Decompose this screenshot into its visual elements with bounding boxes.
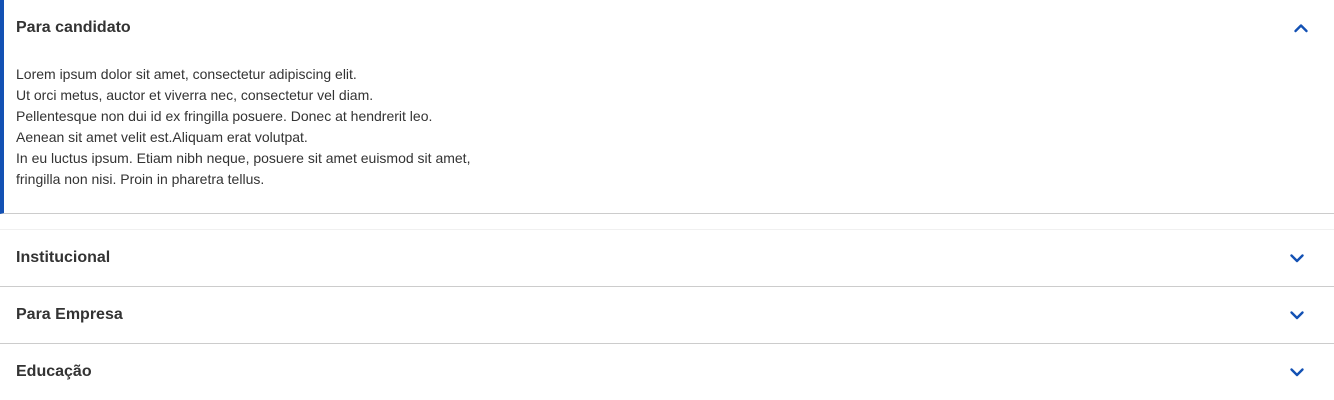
accordion-item-institucional: Institucional xyxy=(0,230,1334,287)
body-line: Ut orci metus, auctor et viverra nec, co… xyxy=(16,87,374,103)
accordion-title: Institucional xyxy=(16,249,111,266)
accordion-title: Para Empresa xyxy=(16,306,123,323)
body-line: Aenean sit amet velit est.Aliquam erat v… xyxy=(16,129,308,145)
accordion-body: Lorem ipsum dolor sit amet, consectetur … xyxy=(16,64,916,190)
accordion-divider xyxy=(0,214,1334,230)
chevron-down-icon[interactable] xyxy=(1288,249,1306,267)
chevron-down-icon[interactable] xyxy=(1288,306,1306,324)
body-line: fringilla non nisi. Proin in pharetra te… xyxy=(16,171,265,187)
accordion-header-para-empresa[interactable]: Para Empresa xyxy=(0,287,1334,343)
accordion-item-educacao: Educação xyxy=(0,344,1334,400)
body-line: Pellentesque non dui id ex fringilla pos… xyxy=(16,108,433,124)
faq-accordion: Para candidato Lorem ipsum dolor sit ame… xyxy=(0,0,1334,400)
accordion-title: Para candidato xyxy=(16,19,131,36)
body-line: Lorem ipsum dolor sit amet, consectetur … xyxy=(16,66,357,82)
accordion-header-institucional[interactable]: Institucional xyxy=(0,230,1334,286)
accordion-header-para-candidato[interactable]: Para candidato xyxy=(4,0,1334,56)
accordion-item-para-candidato: Para candidato Lorem ipsum dolor sit ame… xyxy=(0,0,1334,214)
chevron-up-icon[interactable] xyxy=(1292,19,1310,37)
accordion-title: Educação xyxy=(16,363,92,380)
accordion-header-educacao[interactable]: Educação xyxy=(0,344,1334,400)
chevron-down-icon[interactable] xyxy=(1288,363,1306,381)
accordion-item-para-empresa: Para Empresa xyxy=(0,287,1334,344)
body-line: In eu luctus ipsum. Etiam nibh neque, po… xyxy=(16,150,471,166)
